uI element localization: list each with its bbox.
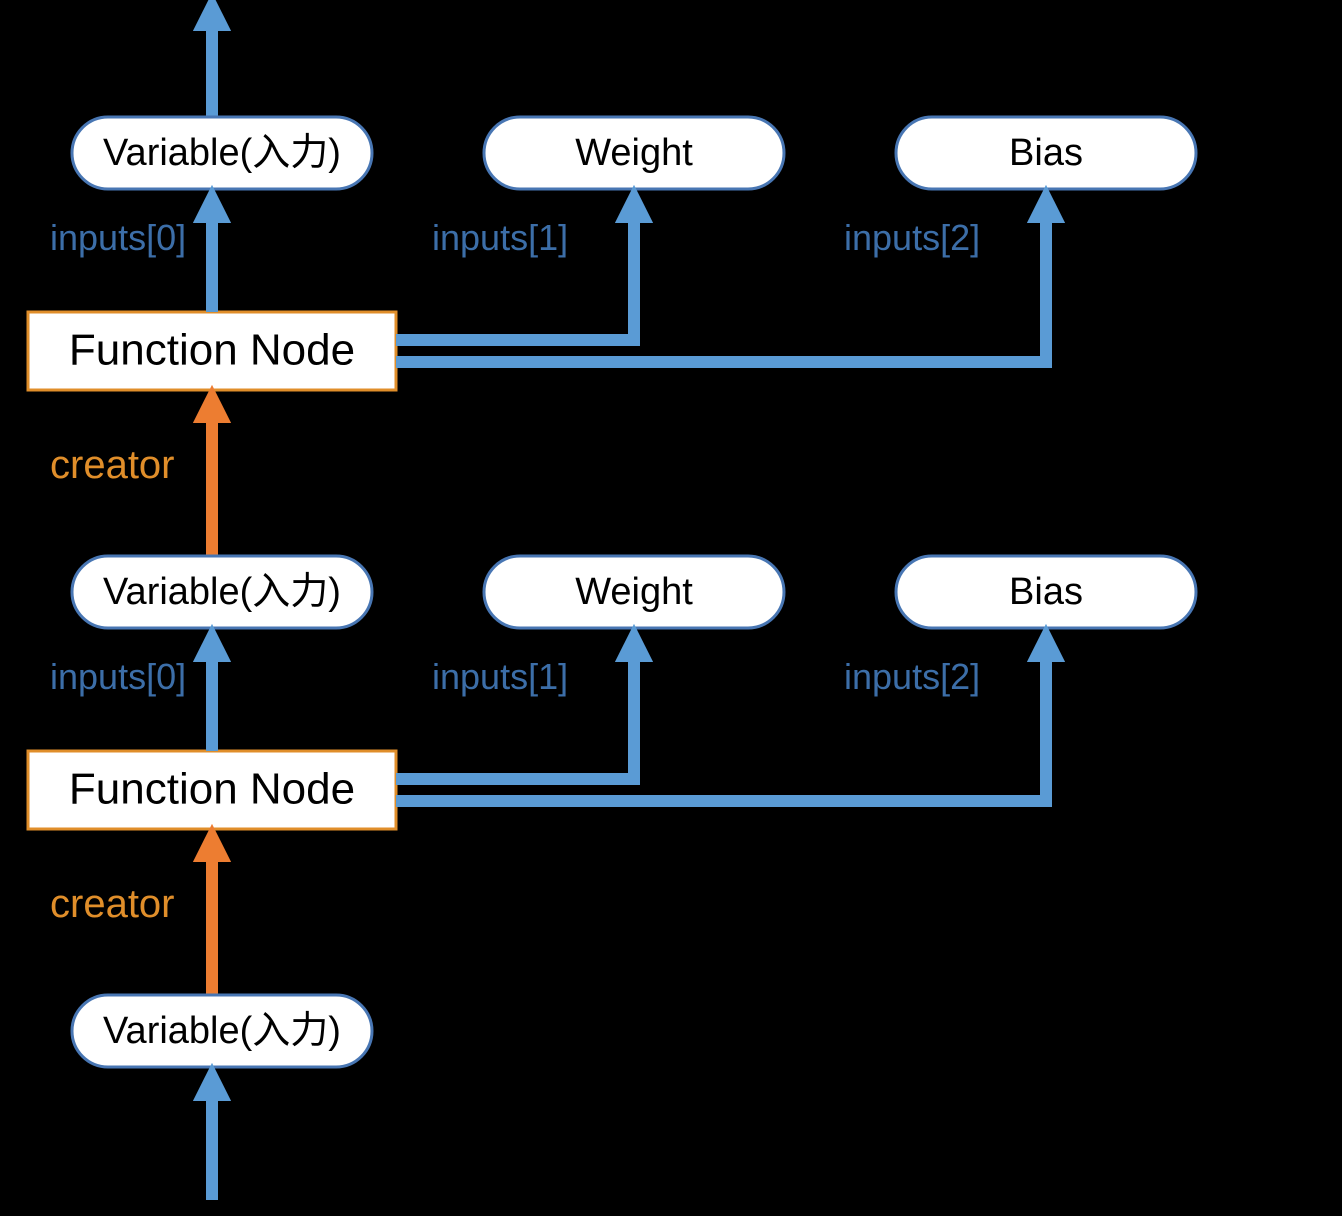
label-inputs2-upper: inputs[2] [844,217,980,258]
label-inputs0-upper: inputs[0] [50,217,186,258]
label-creator-lower: creator [50,882,175,926]
label-inputs1-upper: inputs[1] [432,217,568,258]
svg-text:Function Node: Function Node [69,326,355,375]
node-variable-bottom: Variable(入力) [72,995,372,1067]
function-node-upper: Function Node [28,312,396,390]
node-weight-lower: Weight [484,556,784,628]
svg-text:Variable(入力): Variable(入力) [103,1010,341,1052]
node-variable-lower: Variable(入力) [72,556,372,628]
svg-text:Weight: Weight [575,132,693,174]
label-inputs1-lower: inputs[1] [432,656,568,697]
label-inputs2-lower: inputs[2] [844,656,980,697]
label-inputs0-lower: inputs[0] [50,656,186,697]
function-node-lower: Function Node [28,751,396,829]
node-weight-upper: Weight [484,117,784,189]
node-bias-lower: Bias [896,556,1196,628]
svg-text:Variable(入力): Variable(入力) [103,571,341,613]
svg-text:Variable(入力): Variable(入力) [103,132,341,174]
node-bias-upper: Bias [896,117,1196,189]
svg-text:Weight: Weight [575,571,693,613]
svg-text:Bias: Bias [1009,571,1083,613]
node-variable-upper: Variable(入力) [72,117,372,189]
label-creator-upper: creator [50,443,175,487]
svg-text:Bias: Bias [1009,132,1083,174]
svg-text:Function Node: Function Node [69,765,355,814]
